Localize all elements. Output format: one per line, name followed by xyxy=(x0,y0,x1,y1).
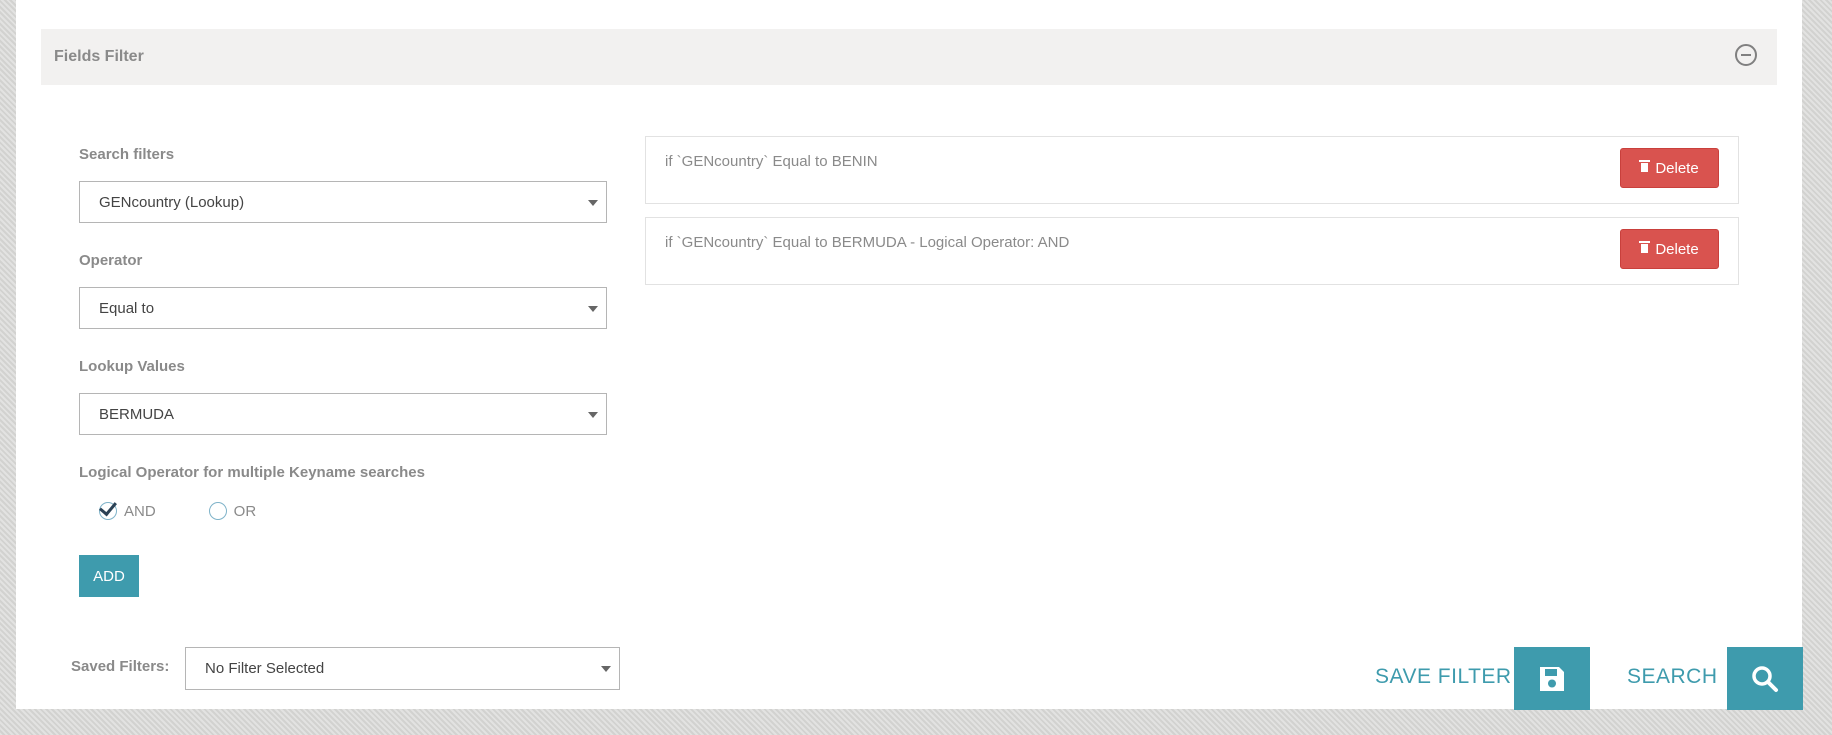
filter-item: if `GENcountry` Equal to BENIN Delete xyxy=(645,136,1739,204)
delete-button[interactable]: Delete xyxy=(1620,229,1719,269)
operator-value: Equal to xyxy=(99,299,155,317)
trash-icon xyxy=(1639,240,1651,253)
panel-title: Fields Filter xyxy=(54,48,144,65)
radio-and[interactable] xyxy=(99,497,117,520)
search-filters-label: Search filters xyxy=(79,146,175,163)
radio-and-label: AND xyxy=(124,502,156,520)
saved-filters-select[interactable]: No Filter Selected xyxy=(185,647,620,690)
saved-filters-value: No Filter Selected xyxy=(205,660,325,677)
check-icon xyxy=(99,497,117,517)
magnifier-icon xyxy=(1752,665,1778,692)
logical-operator-label: Logical Operator for multiple Keyname se… xyxy=(79,464,425,481)
filter-card: Fields Filter Search filters GENcountry … xyxy=(16,0,1803,710)
chevron-down-icon xyxy=(588,412,598,418)
radio-or[interactable] xyxy=(208,502,227,520)
save-filter-button[interactable] xyxy=(1514,647,1590,710)
radio-or-label: OR xyxy=(233,502,257,520)
operator-label: Operator xyxy=(79,252,143,269)
search-button[interactable] xyxy=(1727,647,1803,710)
collapse-minus-icon[interactable] xyxy=(1735,44,1757,66)
search-filters-select[interactable]: GENcountry (Lookup) xyxy=(79,181,607,223)
filter-item-text: if `GENcountry` Equal to BERMUDA - Logic… xyxy=(665,234,1070,251)
filter-item-text: if `GENcountry` Equal to BENIN xyxy=(665,153,878,170)
floppy-disk-icon xyxy=(1540,666,1564,691)
search-filters-value: GENcountry (Lookup) xyxy=(99,193,245,211)
chevron-down-icon xyxy=(588,200,598,206)
save-filter-link[interactable]: SAVE FILTER xyxy=(1375,665,1512,689)
logical-operator-group: AND OR xyxy=(99,497,257,520)
delete-button-label: Delete xyxy=(1655,159,1699,177)
filter-item: if `GENcountry` Equal to BERMUDA - Logic… xyxy=(645,217,1739,285)
search-link[interactable]: SEARCH xyxy=(1627,665,1718,689)
lookup-values-value: BERMUDA xyxy=(99,405,175,423)
add-button[interactable]: ADD xyxy=(79,555,139,597)
delete-button-label: Delete xyxy=(1655,240,1699,258)
lookup-values-label: Lookup Values xyxy=(79,358,185,375)
delete-button[interactable]: Delete xyxy=(1620,148,1719,188)
lookup-values-select[interactable]: BERMUDA xyxy=(79,393,607,435)
chevron-down-icon xyxy=(601,666,611,672)
chevron-down-icon xyxy=(588,306,598,312)
panel-header[interactable]: Fields Filter xyxy=(41,29,1777,85)
operator-select[interactable]: Equal to xyxy=(79,287,607,329)
trash-icon xyxy=(1639,159,1651,172)
saved-filters-label: Saved Filters: xyxy=(71,658,170,675)
